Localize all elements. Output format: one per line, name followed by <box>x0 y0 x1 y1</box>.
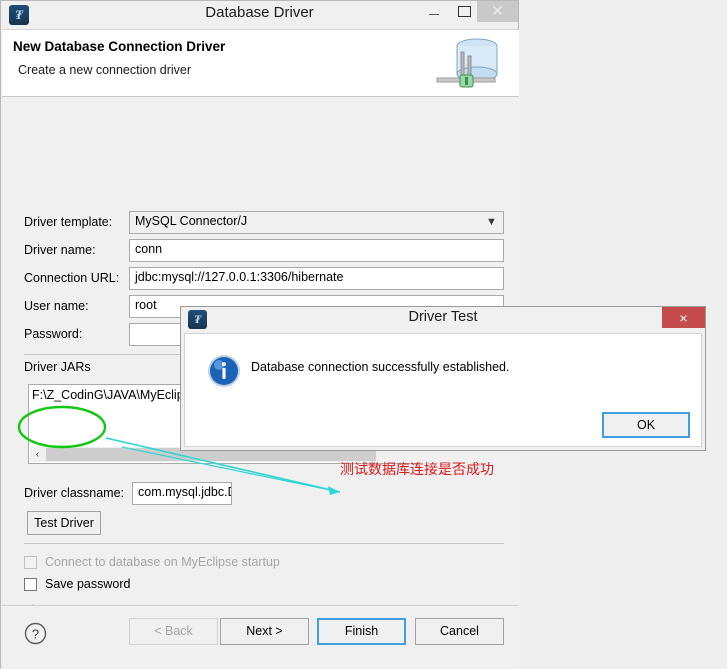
close-icon: × <box>679 309 688 326</box>
minimize-icon <box>429 14 439 15</box>
separator <box>24 543 504 544</box>
back-button: < Back <box>129 618 218 645</box>
password-label: Password: <box>24 327 83 341</box>
driver-classname-input[interactable]: com.mysql.jdbc.Driver <box>132 482 232 505</box>
dialog-message: Database connection successfully establi… <box>251 360 510 374</box>
wizard-banner: New Database Connection Driver Create a … <box>2 29 519 97</box>
finish-button[interactable]: Finish <box>317 618 406 645</box>
connect-on-startup-label: Connect to database on MyEclipse startup <box>45 555 280 569</box>
close-button[interactable]: ✕ <box>477 1 518 22</box>
connect-on-startup-checkbox-row: Connect to database on MyEclipse startup <box>24 555 280 569</box>
driver-template-label: Driver template: <box>24 215 113 229</box>
svg-text:?: ? <box>32 627 39 642</box>
dialog-body: Database connection successfully establi… <box>184 333 702 447</box>
test-driver-button[interactable]: Test Driver <box>27 511 101 535</box>
driver-jars-label: Driver JARs <box>24 360 91 374</box>
user-name-label: User name: <box>24 299 89 313</box>
maximize-button[interactable] <box>449 1 479 22</box>
dialog-close-button[interactable]: × <box>662 307 705 328</box>
close-icon: ✕ <box>491 3 504 20</box>
cancel-button[interactable]: Cancel <box>415 618 504 645</box>
chevron-down-icon[interactable]: ▼ <box>486 216 497 228</box>
connection-url-label: Connection URL: <box>24 271 120 285</box>
connection-url-input[interactable]: jdbc:mysql://127.0.0.1:3306/hibernate <box>129 267 504 290</box>
wizard-footer: ? < Back Next > Finish Cancel <box>2 605 519 668</box>
save-password-label: Save password <box>45 577 131 591</box>
maximize-icon <box>457 6 471 17</box>
driver-template-select[interactable]: MySQL Connector/J <box>129 211 504 234</box>
dialog-title: Driver Test <box>408 309 478 325</box>
chinese-annotation-note: 测试数据库连接是否成功 <box>340 462 494 478</box>
driver-classname-label: Driver classname: <box>24 486 125 500</box>
driver-test-dialog: ₮ Driver Test × Database connection succ… <box>180 306 706 451</box>
database-cylinder-icon <box>432 34 510 94</box>
window-title-bar[interactable]: ₮ Database Driver ✕ <box>1 1 518 29</box>
dialog-title-bar[interactable]: ₮ Driver Test × <box>181 307 705 333</box>
scroll-left-icon[interactable]: ‹ <box>30 447 45 462</box>
minimize-button[interactable] <box>419 1 449 22</box>
save-password-checkbox[interactable] <box>24 577 37 591</box>
page-title: New Database Connection Driver <box>13 39 226 54</box>
ok-button[interactable]: OK <box>602 412 690 438</box>
info-icon <box>207 354 241 388</box>
page-subtitle: Create a new connection driver <box>18 63 192 77</box>
help-icon[interactable]: ? <box>24 622 47 645</box>
driver-name-label: Driver name: <box>24 243 96 257</box>
connect-on-startup-checkbox <box>24 555 37 569</box>
next-button[interactable]: Next > <box>220 618 309 645</box>
save-password-checkbox-row[interactable]: Save password <box>24 577 130 591</box>
driver-name-input[interactable]: conn <box>129 239 504 262</box>
